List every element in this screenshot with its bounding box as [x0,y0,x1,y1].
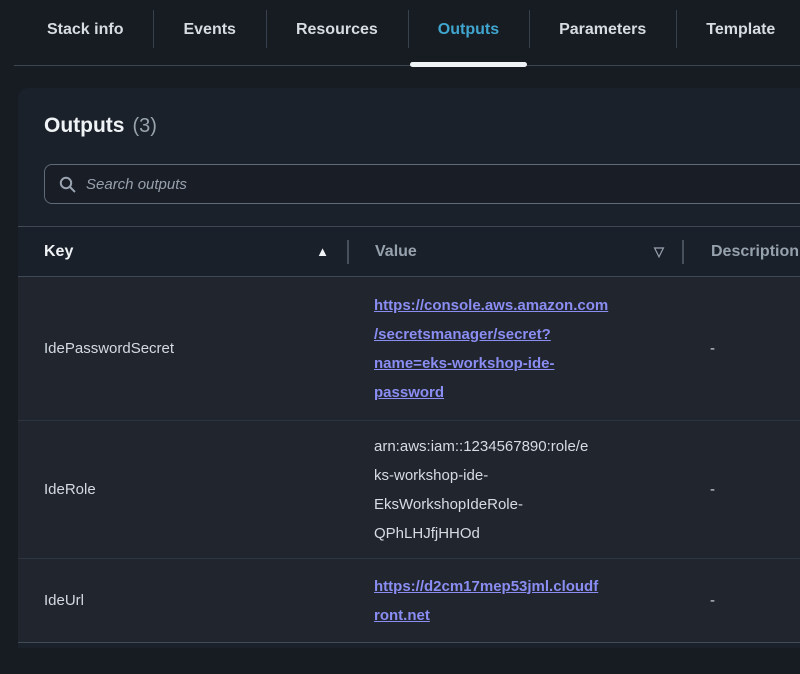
outputs-table: Key ▲ Value ▽ Description IdePasswordSec… [18,226,800,643]
outputs-panel: Outputs (3) Key ▲ Value ▽ Description [18,88,800,648]
output-key: IdePasswordSecret [44,340,174,357]
key-cell: IdeRole [18,421,349,558]
column-header-value[interactable]: Value ▽ [349,227,682,276]
tab-resources[interactable]: Resources [266,0,408,68]
stack-detail-tabs: Stack info Events Resources Outputs Para… [0,0,800,68]
sort-inactive-icon: ▽ [654,245,664,258]
column-header-description[interactable]: Description [684,227,800,276]
search-outputs-box [44,164,800,204]
description-cell: - [683,421,800,558]
output-key: IdeUrl [44,592,84,609]
tab-label: Template [706,21,775,39]
value-cell: https://console.aws.amazon.com /secretsm… [349,277,683,420]
key-cell: IdeUrl [18,559,349,642]
tab-parameters[interactable]: Parameters [529,0,676,68]
value-cell: arn:aws:iam::1234567890:role/e ks-worksh… [349,421,683,558]
tab-stack-info[interactable]: Stack info [17,0,153,68]
key-cell: IdePasswordSecret [18,277,349,420]
panel-title: Outputs [44,114,124,138]
tab-label: Parameters [559,21,646,39]
tab-label: Events [183,21,235,39]
outputs-panel-header: Outputs (3) [18,88,800,138]
description-cell: - [683,559,800,642]
tab-events[interactable]: Events [153,0,265,68]
output-key: IdeRole [44,481,96,498]
tab-outputs[interactable]: Outputs [408,0,529,68]
search-icon [59,176,76,193]
tab-label: Resources [296,21,378,39]
table-row-ide-password-secret: IdePasswordSecret https://console.aws.am… [18,277,800,421]
column-label-key: Key [44,243,73,261]
output-description: - [710,592,715,609]
sort-ascending-icon: ▲ [316,245,329,258]
search-outputs-input[interactable] [86,176,800,193]
output-value-text: arn:aws:iam::1234567890:role/e ks-worksh… [374,432,588,548]
tab-label: Stack info [47,21,123,39]
table-row-ide-role: IdeRole arn:aws:iam::1234567890:role/e k… [18,421,800,559]
output-description: - [710,481,715,498]
output-description: - [710,340,715,357]
output-value-link[interactable]: https://d2cm17mep53jml.cloudf ront.net [374,572,598,630]
column-label-description: Description [711,243,799,261]
outputs-table-header: Key ▲ Value ▽ Description [18,227,800,277]
output-value-link[interactable]: https://console.aws.amazon.com /secretsm… [374,291,608,407]
outputs-count-badge: (3) [132,115,156,138]
column-label-value: Value [375,243,417,261]
value-cell: https://d2cm17mep53jml.cloudf ront.net [349,559,683,642]
table-row-ide-url: IdeUrl https://d2cm17mep53jml.cloudf ron… [18,559,800,643]
tab-template[interactable]: Template [676,0,800,68]
column-header-key[interactable]: Key ▲ [18,227,347,276]
description-cell: - [683,277,800,420]
tab-label: Outputs [438,21,499,39]
